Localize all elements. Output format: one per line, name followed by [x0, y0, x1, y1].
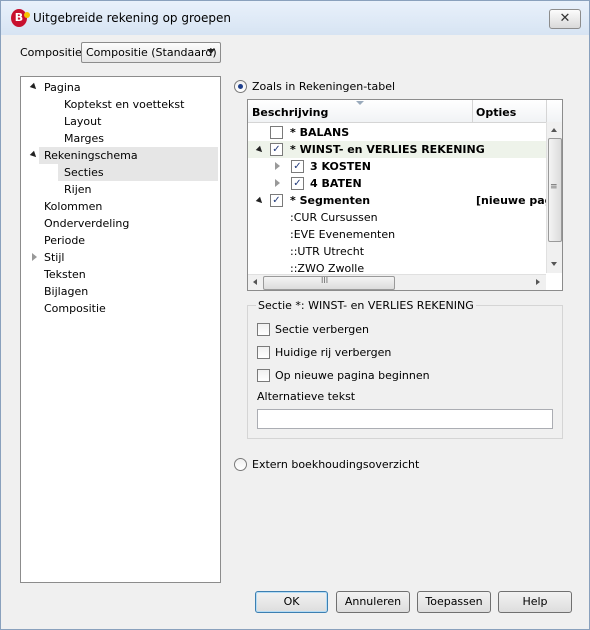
expanded-arrow-icon[interactable]: [255, 145, 265, 155]
title-bar: B Uitgebreide rekening op groepen ✕: [1, 1, 589, 35]
row-checkbox[interactable]: ✓: [291, 177, 304, 190]
nav-item-rekeningschema[interactable]: Rekeningschema: [39, 147, 218, 164]
expanded-arrow-icon[interactable]: [255, 196, 265, 206]
nav-item-bijlagen[interactable]: Bijlagen: [44, 283, 88, 300]
composition-dropdown[interactable]: Compositie (Standaard): [81, 42, 221, 63]
hide-row-checkbox[interactable]: [257, 346, 270, 359]
row-checkbox[interactable]: ✓: [270, 143, 283, 156]
nav-item-secties[interactable]: Secties: [58, 164, 218, 181]
horizontal-scrollbar[interactable]: III: [248, 274, 546, 290]
table-row[interactable]: ✓ * WINST- en VERLIES REKENING: [248, 141, 548, 158]
settings-tree: Pagina Koptekst en voettekst Layout Marg…: [20, 76, 221, 583]
column-divider[interactable]: [472, 100, 473, 122]
horizontal-scroll-thumb[interactable]: III: [263, 276, 395, 290]
section-title: Sectie *: WINST- en VERLIES REKENING: [256, 299, 476, 312]
row-options: [nieuwe pagi: [476, 194, 557, 207]
external-overview-radio[interactable]: [234, 458, 247, 471]
grip-icon: ≡: [550, 182, 558, 192]
nav-item-pagina[interactable]: Pagina: [21, 79, 218, 96]
expanded-arrow-icon[interactable]: [29, 150, 39, 160]
row-checkbox[interactable]: [270, 126, 283, 139]
nav-item-kolommen[interactable]: Kolommen: [44, 198, 102, 215]
dialog-window: B Uitgebreide rekening op groepen ✕ Comp…: [0, 0, 590, 630]
table-row[interactable]: * BALANS: [248, 124, 548, 141]
nav-item-rijen[interactable]: Rijen: [64, 181, 92, 198]
apply-button[interactable]: Toepassen: [417, 591, 491, 613]
table-row[interactable]: ✓ * Segmenten [nieuwe pagi: [248, 192, 556, 209]
column-header-description[interactable]: Beschrijving: [252, 106, 328, 119]
accounts-table-label: Zoals in Rekeningen-tabel: [252, 80, 396, 93]
alt-text-input[interactable]: [257, 409, 553, 429]
nav-item-marges[interactable]: Marges: [64, 130, 104, 147]
table-row[interactable]: ::UTR Utrecht: [248, 243, 548, 260]
row-checkbox[interactable]: ✓: [291, 160, 304, 173]
alt-text-label: Alternatieve tekst: [257, 390, 356, 403]
nav-item-stijl[interactable]: Stijl: [21, 249, 218, 266]
nav-item-compositie[interactable]: Compositie: [44, 300, 106, 317]
cancel-button[interactable]: Annuleren: [336, 591, 410, 613]
table-row[interactable]: :CUR Cursussen: [248, 209, 548, 226]
new-page-label: Op nieuwe pagina beginnen: [275, 369, 430, 382]
scroll-down-icon[interactable]: [551, 262, 557, 266]
scroll-up-icon[interactable]: [551, 128, 557, 132]
accounts-table-radio[interactable]: [234, 80, 247, 93]
app-logo-icon: B: [11, 9, 30, 27]
table-row[interactable]: ✓ 4 BATEN: [248, 175, 548, 192]
hide-row-label: Huidige rij verbergen: [275, 346, 392, 359]
expanded-arrow-icon[interactable]: [29, 82, 39, 92]
row-checkbox[interactable]: ✓: [270, 194, 283, 207]
composition-label: Compositie:: [20, 46, 86, 59]
table-row[interactable]: ✓ 3 KOSTEN: [248, 158, 548, 175]
collapsed-arrow-icon[interactable]: [275, 162, 280, 170]
table-header: Beschrijving Opties: [248, 100, 562, 123]
nav-item-periode[interactable]: Periode: [44, 232, 85, 249]
nav-item-layout[interactable]: Layout: [64, 113, 101, 130]
dropdown-arrow-icon: [207, 49, 215, 54]
close-button[interactable]: ✕: [549, 9, 581, 29]
scroll-left-icon[interactable]: [253, 279, 257, 285]
close-icon: ✕: [559, 11, 571, 26]
collapsed-arrow-icon[interactable]: [275, 179, 280, 187]
nav-item-koptekst[interactable]: Koptekst en voettekst: [64, 96, 184, 113]
vertical-scrollbar[interactable]: ≡: [546, 122, 562, 273]
nav-item-onderverdeling[interactable]: Onderverdeling: [44, 215, 129, 232]
window-title: Uitgebreide rekening op groepen: [33, 11, 231, 25]
collapsed-arrow-icon[interactable]: [32, 253, 37, 261]
column-divider: [546, 100, 547, 122]
composition-value: Compositie (Standaard): [86, 46, 217, 59]
ok-button[interactable]: OK: [255, 591, 328, 613]
column-header-options[interactable]: Opties: [476, 106, 516, 119]
nav-item-teksten[interactable]: Teksten: [44, 266, 86, 283]
vertical-scroll-thumb[interactable]: ≡: [548, 138, 562, 242]
hide-section-checkbox[interactable]: [257, 323, 270, 336]
sections-table: Beschrijving Opties * BALANS ✓ * WINST- …: [247, 99, 563, 291]
external-overview-label: Extern boekhoudingsoverzicht: [252, 458, 420, 471]
new-page-checkbox[interactable]: [257, 369, 270, 382]
table-row[interactable]: :EVE Evenementen: [248, 226, 548, 243]
hide-section-label: Sectie verbergen: [275, 323, 370, 336]
sort-indicator-icon: [356, 101, 364, 105]
help-button[interactable]: Help: [498, 591, 572, 613]
grip-icon: III: [321, 276, 329, 285]
scroll-right-icon[interactable]: [536, 279, 540, 285]
